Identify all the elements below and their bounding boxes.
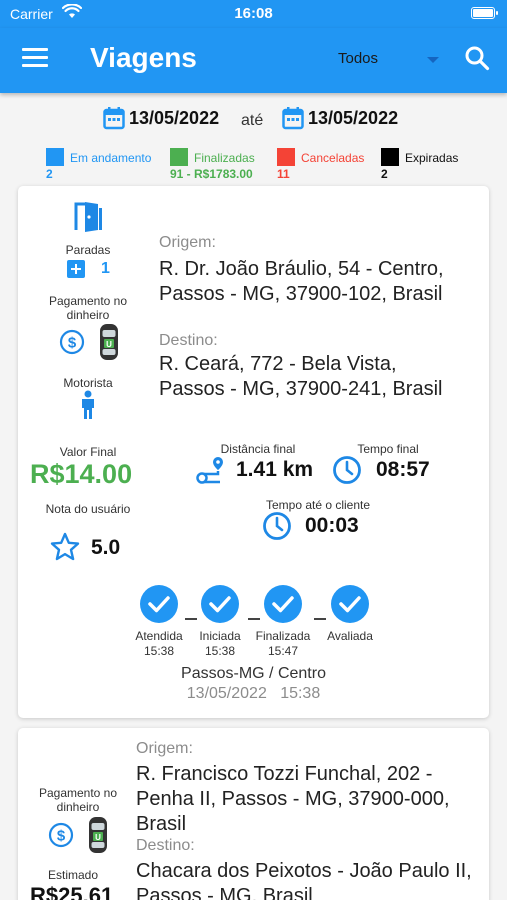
step-check-icon	[201, 585, 239, 623]
driver-label: Motorista	[63, 376, 113, 390]
destination-label: Destino:	[159, 332, 218, 349]
step-label: Avaliada	[327, 629, 373, 643]
calendar-icon	[282, 107, 304, 130]
legend-count: 2	[381, 167, 388, 181]
svg-text:$: $	[68, 335, 77, 352]
star-icon	[50, 532, 80, 561]
trip-card[interactable]: Paradas 1 Pagamento no dinheiro $ U Moto…	[18, 186, 489, 718]
door-icon	[74, 202, 102, 232]
svg-text:$: $	[57, 828, 66, 845]
legend-swatch	[46, 148, 64, 166]
svg-text:U: U	[106, 340, 112, 349]
step-check-icon	[331, 585, 369, 623]
stops-label: Paradas	[65, 243, 111, 257]
time-value: 08:57	[376, 458, 430, 481]
destination-label: Destino:	[136, 837, 195, 854]
car-icon: U	[100, 324, 118, 360]
step-check-icon	[264, 585, 302, 623]
app-bar: Viagens Todos	[0, 28, 507, 93]
clock: 16:08	[234, 5, 273, 22]
cash-icon: $	[59, 329, 85, 355]
menu-icon[interactable]	[22, 48, 48, 70]
status-bar: Carrier 16:08	[0, 0, 507, 28]
person-icon[interactable]	[78, 390, 98, 420]
status-filter-dropdown[interactable]: Todos	[338, 50, 378, 67]
origin-label: Origem:	[159, 234, 216, 251]
payment-label: Pagamento no dinheiro	[48, 294, 128, 322]
chevron-down-icon[interactable]	[427, 57, 439, 63]
date-range: 13/05/2022 até 13/05/2022	[0, 106, 507, 136]
legend-label: Expiradas	[405, 151, 459, 165]
date-from-picker[interactable]: 13/05/2022	[103, 106, 219, 130]
legend-count: 2	[46, 167, 53, 181]
trip-region: Passos-MG / Centro	[181, 665, 326, 682]
page-title: Viagens	[90, 42, 197, 73]
destination-address: R. Ceará, 772 - Bela Vista, Passos - MG,…	[159, 353, 443, 400]
legend-swatch	[381, 148, 399, 166]
trip-date: 13/05/2022	[186, 685, 267, 702]
origin-label: Origem:	[136, 740, 193, 757]
wait-value: 00:03	[305, 514, 359, 537]
distance-value: 1.41 km	[236, 458, 314, 481]
legend-count: 91 - R$1783.00	[170, 167, 253, 181]
date-to-picker[interactable]: 13/05/2022	[282, 106, 398, 130]
stops-count: 1	[101, 260, 110, 277]
calendar-icon	[103, 107, 125, 130]
origin-address: R. Dr. João Bráulio, 54 - Centro, Passos…	[159, 258, 444, 305]
origin-address: R. Francisco Tozzi Funchal, 202 - Penha …	[136, 763, 450, 835]
estimated-value-label: Estimado	[47, 868, 99, 882]
step-connector	[314, 618, 326, 620]
legend-label: Finalizadas	[194, 151, 255, 165]
wait-label: Tempo até o cliente	[265, 498, 371, 512]
status-legend: Em andamento 2 Finalizadas 91 - R$1783.0…	[0, 147, 507, 183]
legend-label: Canceladas	[301, 151, 365, 165]
search-icon[interactable]	[464, 45, 490, 71]
final-value-label: Valor Final	[59, 445, 117, 459]
time-label: Tempo final	[357, 442, 419, 456]
clock-icon	[333, 456, 361, 484]
legend-count: 11	[277, 167, 290, 181]
destination-address: Chacara dos Peixotos - João Paulo II, Pa…	[136, 860, 472, 900]
legend-swatch	[277, 148, 295, 166]
step-connector	[248, 618, 260, 620]
payment-label: Pagamento no dinheiro	[38, 786, 118, 814]
rating-value: 5.0	[91, 536, 121, 559]
svg-text:U: U	[95, 833, 101, 842]
date-from-value: 13/05/2022	[129, 107, 220, 128]
route-icon	[196, 457, 223, 484]
trip-hour: 15:38	[280, 685, 321, 702]
trip-card[interactable]: Origem: R. Francisco Tozzi Funchal, 202 …	[18, 728, 489, 900]
car-icon: U	[89, 817, 107, 853]
estimated-value: R$25.61	[30, 883, 114, 900]
rating-label: Nota do usuário	[45, 502, 131, 516]
step-check-icon	[140, 585, 178, 623]
date-separator: até	[241, 112, 264, 129]
legend-swatch	[170, 148, 188, 166]
cash-icon: $	[48, 822, 74, 848]
legend-label: Em andamento	[70, 151, 152, 165]
final-value: R$14.00	[30, 459, 133, 489]
step-connector	[185, 618, 197, 620]
trip-datetime: 13/05/2022 15:38	[18, 685, 489, 703]
date-to-value: 13/05/2022	[308, 107, 399, 128]
battery-icon	[471, 7, 498, 19]
clock-icon	[263, 512, 291, 540]
add-stop-icon[interactable]	[67, 260, 85, 278]
